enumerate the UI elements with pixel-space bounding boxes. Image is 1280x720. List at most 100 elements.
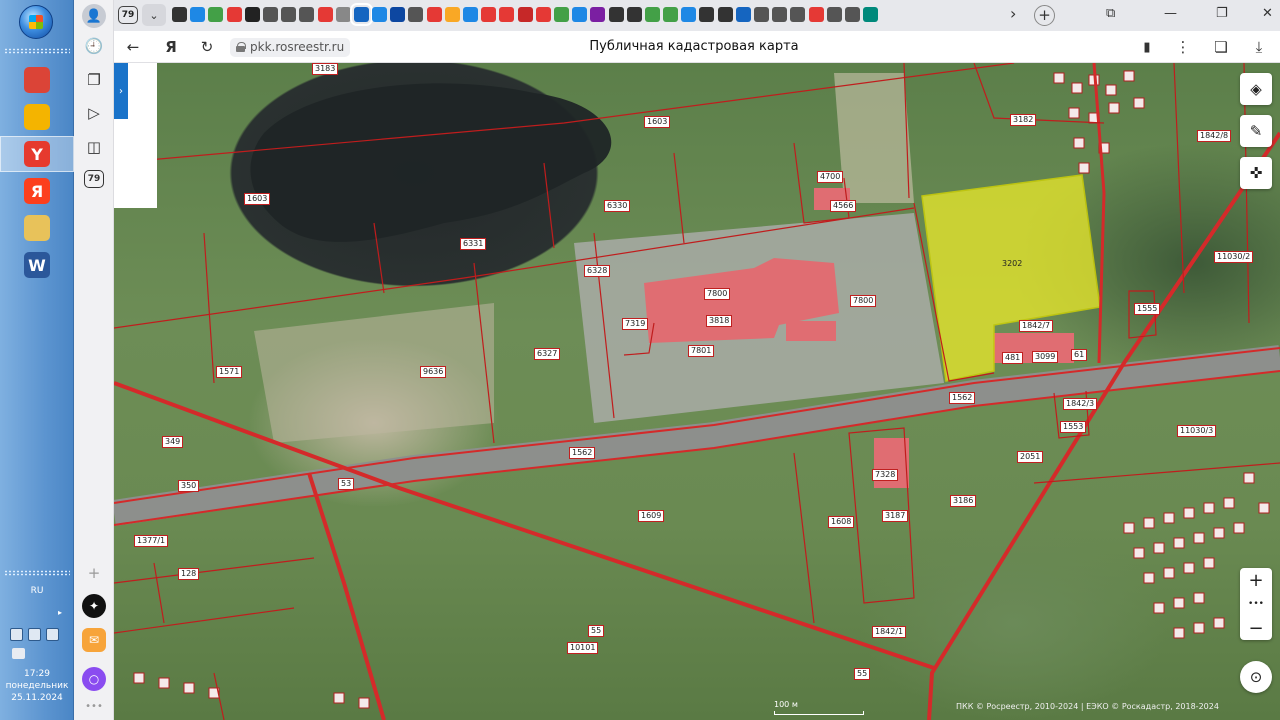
- bookmark-icon[interactable]: ▮: [1136, 36, 1158, 58]
- parcel-label[interactable]: 55: [854, 668, 871, 680]
- parcel-label[interactable]: 1603: [244, 193, 271, 205]
- tab-favicon-icon[interactable]: [681, 7, 697, 22]
- history-icon[interactable]: 🕘: [82, 34, 106, 58]
- tab-favicon-icon[interactable]: [299, 7, 315, 22]
- tabs-dropdown-icon[interactable]: ⌄: [142, 4, 166, 26]
- parcel-label[interactable]: 1842/8: [1197, 130, 1232, 142]
- tab-favicon-icon[interactable]: [226, 7, 242, 22]
- parcel-label[interactable]: 11030/2: [1214, 251, 1254, 263]
- tab-favicon-icon[interactable]: [317, 7, 333, 22]
- parcel-label[interactable]: 1842/1: [872, 626, 907, 638]
- expand-panel-icon[interactable]: ›: [114, 63, 128, 119]
- tab-favicon-icon[interactable]: [262, 7, 278, 22]
- parcel-label[interactable]: 10101: [567, 642, 599, 654]
- parcel-label[interactable]: 1608: [828, 516, 855, 528]
- tab-favicon-icon[interactable]: [408, 7, 424, 22]
- tab-favicon-icon[interactable]: [426, 7, 442, 22]
- parcel-label[interactable]: 350: [178, 480, 200, 492]
- language-indicator[interactable]: RU: [0, 586, 74, 596]
- tab-favicon-icon[interactable]: [463, 7, 478, 22]
- parcel-label[interactable]: 7319: [622, 318, 649, 330]
- tray-expand-icon[interactable]: ▸: [58, 608, 62, 617]
- parcel-label[interactable]: 349: [162, 436, 184, 448]
- taskbar-grip[interactable]: [4, 48, 70, 54]
- start-button[interactable]: [19, 5, 53, 39]
- minimize-icon[interactable]: —: [1164, 6, 1177, 21]
- tab-favicon-icon[interactable]: [281, 7, 297, 22]
- tab-favicon-icon[interactable]: [699, 7, 715, 22]
- tab-counter[interactable]: 79: [118, 6, 138, 24]
- close-icon[interactable]: ✕: [1262, 6, 1273, 21]
- parcel-label[interactable]: 6328: [584, 265, 611, 277]
- messenger-icon[interactable]: ○: [82, 667, 106, 691]
- parcel-label[interactable]: 7801: [688, 345, 715, 357]
- add-sidebar-item-icon[interactable]: +: [82, 561, 106, 585]
- parcel-label[interactable]: 61: [1071, 349, 1088, 361]
- tab-favicon-icon[interactable]: [335, 7, 351, 22]
- parcel-label[interactable]: 11030/3: [1177, 425, 1217, 437]
- parcel-label[interactable]: 3202: [1000, 259, 1024, 269]
- tab-favicon-icon[interactable]: [517, 7, 533, 22]
- parcel-label[interactable]: 1609: [638, 510, 665, 522]
- tab-favicon-icon[interactable]: [808, 7, 824, 22]
- parcel-label[interactable]: 7328: [872, 469, 899, 481]
- layers-icon[interactable]: ◈: [1240, 73, 1272, 105]
- tab-favicon-icon[interactable]: [644, 7, 660, 22]
- tab-favicon-icon[interactable]: [390, 7, 406, 22]
- tabs-scroll-right-icon[interactable]: ›: [1010, 4, 1016, 23]
- more-icon[interactable]: •••: [82, 694, 106, 718]
- taskbar-app[interactable]: [0, 99, 74, 135]
- parcel-label[interactable]: 1562: [949, 392, 976, 404]
- parcel-label[interactable]: 7800: [704, 288, 731, 300]
- tab-favicon-icon[interactable]: [481, 7, 497, 22]
- zoom-in-button[interactable]: +: [1240, 568, 1272, 592]
- volume-icon[interactable]: [12, 648, 25, 659]
- parcel-label[interactable]: 3099: [1032, 351, 1059, 363]
- network-icon[interactable]: [10, 628, 23, 641]
- tab-favicon-icon[interactable]: [790, 7, 806, 22]
- parcel-label[interactable]: 53: [338, 478, 355, 490]
- parcel-label[interactable]: 1571: [216, 366, 243, 378]
- parcel-label[interactable]: 3187: [882, 510, 909, 522]
- parcel-label[interactable]: 9636: [420, 366, 447, 378]
- tab-favicon-icon[interactable]: [208, 7, 224, 22]
- screenshot-icon[interactable]: ◫: [82, 135, 106, 159]
- parcel-label[interactable]: 1562: [569, 447, 596, 459]
- tray-app-icon[interactable]: [28, 628, 41, 641]
- parcel-label[interactable]: 481: [1002, 352, 1024, 364]
- tab-favicon-icon[interactable]: [590, 7, 606, 22]
- yandex-home-icon[interactable]: Я: [160, 36, 182, 58]
- tab-favicon-icon[interactable]: [735, 7, 751, 22]
- taskbar-app[interactable]: [0, 62, 74, 98]
- tab-favicon-icon[interactable]: [844, 7, 860, 22]
- reload-icon[interactable]: ↻: [196, 36, 218, 58]
- tab-manager-icon[interactable]: ⧉: [1106, 6, 1115, 21]
- restore-icon[interactable]: ❐: [1216, 6, 1228, 21]
- parcel-label[interactable]: 6327: [534, 348, 561, 360]
- tab-favicon-icon[interactable]: [244, 7, 260, 22]
- locate-icon[interactable]: ✜: [1240, 157, 1272, 189]
- taskbar-app[interactable]: W: [0, 247, 74, 283]
- tab-favicon-icon[interactable]: [553, 7, 569, 22]
- back-icon[interactable]: ←: [122, 36, 144, 58]
- tab-favicon-icon[interactable]: [372, 7, 388, 22]
- parcel-label[interactable]: 128: [178, 568, 200, 580]
- cadastral-map[interactable]: 3183 1603 1603 4700 4566 6330 6331 6328 7800 3818…: [114, 63, 1280, 720]
- parcel-label[interactable]: 1603: [644, 116, 671, 128]
- menu-dots-icon[interactable]: ⋮: [1172, 36, 1194, 58]
- parcel-label[interactable]: 1842/7: [1019, 320, 1054, 332]
- taskbar-app[interactable]: [0, 210, 74, 246]
- compass-icon[interactable]: ⊙: [1240, 661, 1272, 693]
- parcel-label[interactable]: 3182: [1010, 114, 1037, 126]
- taskbar-grip[interactable]: [4, 570, 70, 576]
- tab-count-badge[interactable]: 79: [84, 170, 104, 188]
- new-tab-button[interactable]: +: [1034, 5, 1055, 26]
- profile-avatar[interactable]: 👤: [82, 4, 106, 28]
- tab-favicon-icon[interactable]: [349, 3, 373, 26]
- parcel-label[interactable]: 3818: [706, 315, 733, 327]
- parcel-label[interactable]: 4566: [830, 200, 857, 212]
- tab-favicon-icon[interactable]: [626, 7, 642, 22]
- parcel-label[interactable]: 6330: [604, 200, 631, 212]
- parcel-label[interactable]: 1842/3: [1063, 398, 1098, 410]
- parcel-label[interactable]: 4700: [817, 171, 844, 183]
